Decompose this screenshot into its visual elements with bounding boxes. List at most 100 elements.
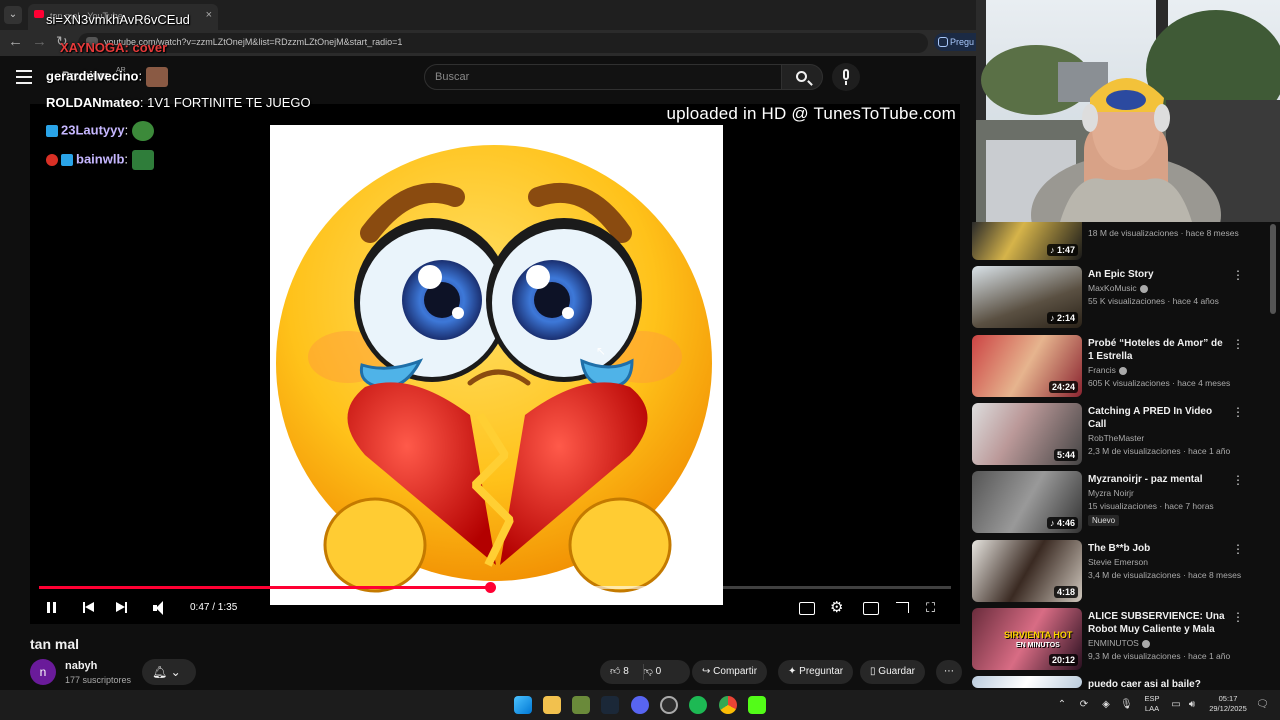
recommendation-item[interactable]: ♪ 2:14 An Epic Story MaxKoMusic 55 K visual… bbox=[970, 266, 1270, 330]
save-button[interactable]: ▯ Guardar bbox=[860, 660, 925, 684]
windows-start-icon[interactable] bbox=[514, 696, 532, 714]
spotify-icon[interactable] bbox=[689, 696, 707, 714]
video-meta: 18 M de visualizaciones · hace 8 meses bbox=[1088, 228, 1239, 238]
back-arrow-icon[interactable]: ← bbox=[8, 33, 23, 50]
tray-chevron-up-icon[interactable]: ⌃ bbox=[1056, 699, 1068, 711]
video-thumbnail[interactable]: 4:18 bbox=[972, 540, 1082, 602]
recommendation-item[interactable]: 24:24 Probé “Hoteles de Amor” de 1 Estrel… bbox=[970, 335, 1270, 399]
dislike-button[interactable]: 👎︎ 0 bbox=[643, 666, 662, 677]
search-icon bbox=[796, 71, 807, 82]
channel-name[interactable]: RobTheMaster bbox=[1088, 433, 1144, 443]
settings-gear-icon[interactable]: ⚙ bbox=[830, 596, 846, 620]
subscribed-bell-button[interactable]: 🔔︎ ⌄ bbox=[142, 659, 196, 685]
cast-icon[interactable] bbox=[894, 596, 910, 620]
duration-text: 2:14 bbox=[1056, 313, 1075, 323]
recommendation-item[interactable]: ♪ 4:46 Myzranoirjr - paz mental Myzra Noir… bbox=[970, 471, 1270, 535]
video-player[interactable]: uploaded in HD @ TunesToTube.com ↖ 0:47 … bbox=[30, 104, 960, 624]
duration-text: 20:12 bbox=[1051, 655, 1075, 665]
minecraft-icon[interactable] bbox=[572, 696, 590, 714]
recommendation-item[interactable]: 5:44 Catching A PRED In Video Call RobTheM… bbox=[970, 403, 1270, 467]
chat-emote-icon bbox=[146, 67, 169, 87]
clock[interactable]: 05:17 29/12/2025 bbox=[1206, 694, 1250, 714]
badge-cube-icon bbox=[46, 125, 58, 137]
recommendation-item[interactable]: SIRVIENTA HOT EN MINUTOS 20:12 ALICE SUBSER… bbox=[970, 608, 1270, 672]
kebab-menu-icon[interactable]: ⋮ bbox=[1232, 268, 1244, 282]
progress-played bbox=[39, 586, 490, 589]
channel-name[interactable]: Stevie Emerson bbox=[1088, 557, 1148, 567]
progress-bar[interactable] bbox=[39, 582, 951, 593]
video-thumbnail[interactable]: 5:44 bbox=[972, 403, 1082, 465]
file-explorer-icon[interactable] bbox=[543, 696, 561, 714]
video-thumbnail[interactable]: ♪ 2:14 bbox=[972, 266, 1082, 328]
hamburger-menu-icon[interactable] bbox=[16, 70, 32, 84]
video-title[interactable]: An Epic Story bbox=[1088, 268, 1228, 281]
channel-name[interactable]: nabyh bbox=[65, 660, 97, 672]
thumbs-up-icon: 👍︎ bbox=[610, 666, 621, 677]
video-thumbnail[interactable]: ♪ 4:46 bbox=[972, 471, 1082, 533]
search-button[interactable] bbox=[781, 64, 823, 90]
tab-close-icon[interactable]: × bbox=[206, 9, 212, 21]
video-title[interactable]: Myzranoirjr - paz mental bbox=[1088, 473, 1228, 486]
video-title[interactable]: Probé “Hoteles de Amor” de 1 Estrella bbox=[1088, 337, 1228, 363]
video-title[interactable]: Catching A PRED In Video Call bbox=[1088, 405, 1228, 431]
gemini-ask-label: Pregu bbox=[950, 37, 975, 47]
more-actions-button[interactable]: ⋯ bbox=[936, 660, 962, 684]
subtitles-icon[interactable] bbox=[798, 596, 815, 620]
kebab-menu-icon[interactable]: ⋮ bbox=[1232, 405, 1244, 419]
tray-sync-icon[interactable]: ⟳ bbox=[1078, 699, 1090, 711]
kebab-menu-icon[interactable]: ⋮ bbox=[1232, 473, 1244, 487]
next-icon[interactable] bbox=[114, 596, 128, 620]
speaker-icon[interactable]: 🔊︎ bbox=[1186, 699, 1198, 711]
video-thumbnail[interactable]: SIRVIENTA HOT EN MINUTOS 20:12 bbox=[972, 608, 1082, 670]
address-bar[interactable]: youtube.com/watch?v=zzmLZtOnejM&list=RDz… bbox=[78, 33, 928, 53]
channel-name[interactable]: Myzra Noirjr bbox=[1088, 488, 1134, 498]
recommendation-item[interactable]: puedo caer asi al baile? bbox=[970, 676, 1270, 690]
chat-username: 23Lautyyy bbox=[61, 122, 125, 138]
video-frame[interactable] bbox=[270, 125, 723, 605]
tab-search-button[interactable]: ⌄ bbox=[4, 6, 22, 24]
progress-scrubber-handle[interactable] bbox=[484, 582, 496, 593]
video-title[interactable]: ALICE SUBSERVIENCE: Una Robot Muy Calien… bbox=[1088, 610, 1228, 636]
video-title[interactable]: The B**b Job bbox=[1088, 542, 1228, 555]
video-thumbnail[interactable] bbox=[972, 676, 1082, 688]
steam-icon[interactable] bbox=[601, 696, 619, 714]
discord-icon[interactable] bbox=[631, 696, 649, 714]
kick-icon[interactable] bbox=[748, 696, 766, 714]
webcam-overlay bbox=[976, 0, 1280, 222]
video-thumbnail[interactable]: 24:24 bbox=[972, 335, 1082, 397]
video-meta: 2,3 M de visualizaciones · hace 1 año bbox=[1088, 446, 1231, 456]
network-icon[interactable]: ▭ bbox=[1170, 699, 1182, 711]
forward-arrow-icon[interactable]: → bbox=[32, 33, 47, 50]
input-language[interactable]: ESP LAA bbox=[1142, 694, 1162, 714]
obs-icon[interactable] bbox=[660, 696, 678, 714]
sidebar-scrollbar[interactable] bbox=[1270, 224, 1276, 314]
save-label: Guardar bbox=[878, 666, 915, 677]
chevron-down-icon: ⌄ bbox=[170, 665, 181, 679]
chrome-icon[interactable] bbox=[719, 696, 737, 714]
volume-icon[interactable] bbox=[152, 596, 168, 620]
kebab-menu-icon[interactable]: ⋮ bbox=[1232, 337, 1244, 351]
previous-icon[interactable] bbox=[82, 596, 96, 620]
channel-name[interactable]: ENMINUTOS bbox=[1088, 638, 1150, 648]
video-meta: 3,4 M de visualizaciones · hace 8 meses bbox=[1088, 570, 1242, 580]
theater-mode-icon[interactable] bbox=[862, 596, 879, 620]
fullscreen-icon[interactable]: ⛶ bbox=[926, 596, 942, 620]
kebab-menu-icon[interactable]: ⋮ bbox=[1232, 542, 1244, 556]
channel-avatar[interactable]: n bbox=[30, 659, 56, 685]
kebab-menu-icon[interactable]: ⋮ bbox=[1232, 610, 1244, 624]
pause-icon[interactable] bbox=[46, 596, 58, 620]
search-box[interactable] bbox=[424, 64, 782, 90]
notification-icon[interactable]: 🗨︎ bbox=[1256, 699, 1269, 711]
ask-button[interactable]: ✦ Preguntar bbox=[778, 660, 854, 684]
channel-name[interactable]: Francis bbox=[1088, 365, 1127, 375]
recommendation-item[interactable]: ♪ 1:47 18 M de visualizaciones · hace 8 … bbox=[970, 222, 1270, 262]
tray-shield-icon[interactable]: ◈ bbox=[1100, 699, 1112, 711]
voice-search-button[interactable] bbox=[832, 63, 860, 91]
tray-mic-icon[interactable]: 🎙︎ bbox=[1120, 699, 1133, 711]
recommendation-item[interactable]: 4:18 The B**b Job Stevie Emerson 3,4 M de v… bbox=[970, 540, 1270, 604]
share-button[interactable]: ↪ Compartir bbox=[692, 660, 768, 684]
search-input[interactable] bbox=[425, 65, 781, 89]
channel-name[interactable]: MaxKoMusic bbox=[1088, 283, 1148, 293]
video-thumbnail[interactable]: ♪ 1:47 bbox=[972, 222, 1082, 260]
like-button[interactable]: 👍︎ 8 bbox=[610, 666, 629, 677]
